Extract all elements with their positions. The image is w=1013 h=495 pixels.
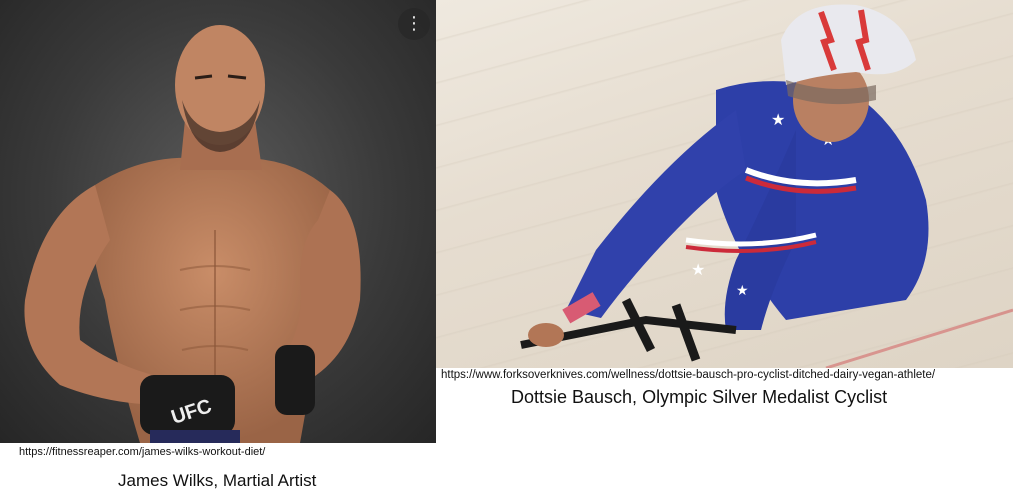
svg-text:★: ★	[771, 110, 785, 129]
caption-dottsie-bausch: Dottsie Bausch, Olympic Silver Medalist …	[511, 387, 888, 407]
james-wilks-photo: UFC ⋮	[0, 0, 436, 443]
svg-text:★: ★	[691, 260, 705, 279]
svg-text:★: ★	[736, 283, 749, 299]
cyclist-illustration: ★ ★ ★ ★	[520, 4, 1013, 368]
source-url-dottsie-bausch[interactable]: https://www.forksoverknives.com/wellness…	[441, 369, 935, 381]
source-url-james-wilks[interactable]: https://fitnessreaper.com/james-wilks-wo…	[19, 446, 265, 458]
martial-artist-illustration: UFC	[24, 25, 361, 443]
more-vert-icon[interactable]: ⋮	[398, 8, 430, 40]
caption-james-wilks: James Wilks, Martial Artist	[118, 471, 317, 490]
dottsie-bausch-photo: ★ ★ ★ ★	[436, 0, 1013, 368]
